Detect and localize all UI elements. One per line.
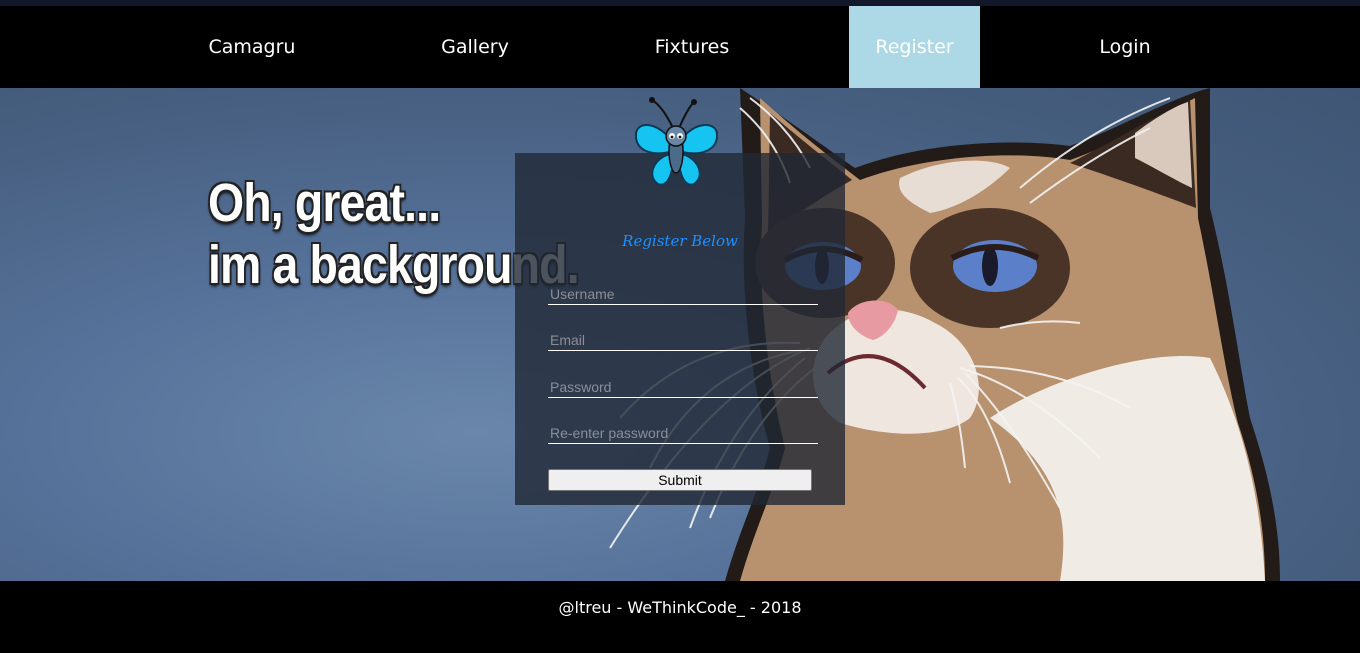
footer-text: @ltreu - WeThinkCode_ - 2018 xyxy=(558,598,802,617)
register-form-panel xyxy=(515,153,845,505)
submit-button[interactable]: Submit xyxy=(548,469,812,491)
email-input[interactable] xyxy=(548,330,818,351)
nav-fixtures-link[interactable]: Fixtures xyxy=(627,6,757,88)
nav-gallery-link[interactable]: Gallery xyxy=(410,6,540,88)
username-input[interactable] xyxy=(548,284,818,305)
nav-login-link[interactable]: Login xyxy=(1060,6,1190,88)
password-input[interactable] xyxy=(548,377,818,398)
repassword-input[interactable] xyxy=(548,423,818,444)
butterfly-logo-icon xyxy=(634,97,719,186)
form-title: Register Below xyxy=(622,232,738,250)
nav-register-link[interactable]: Register xyxy=(849,6,980,88)
footer: @ltreu - WeThinkCode_ - 2018 xyxy=(0,581,1360,653)
nav-camagru-link[interactable]: Camagru xyxy=(186,6,318,88)
navbar: Camagru Gallery Fixtures Register Login xyxy=(0,6,1360,88)
